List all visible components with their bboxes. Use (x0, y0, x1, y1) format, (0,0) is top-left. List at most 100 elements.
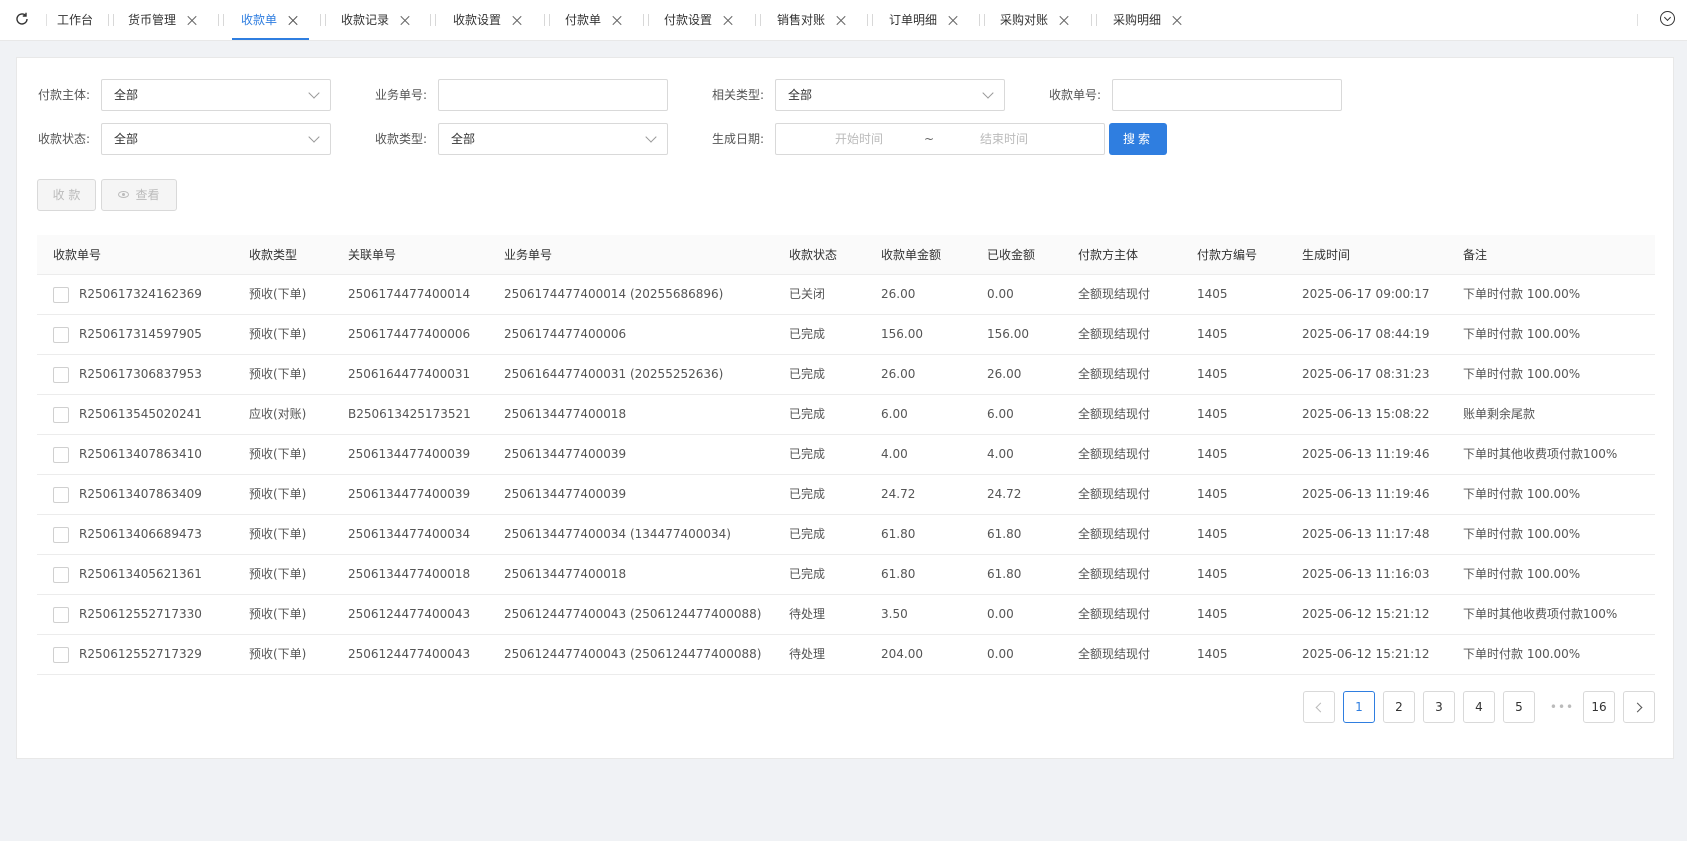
table-row[interactable]: R250617324162369 预收(下单) 2506174477400014 25… (37, 275, 1655, 315)
table-cell: 26.00 (881, 367, 916, 381)
row-checkbox[interactable] (53, 287, 69, 303)
close-icon[interactable] (722, 14, 734, 26)
tab-payments[interactable]: 付款单 (565, 0, 623, 40)
close-icon[interactable] (1171, 14, 1183, 26)
view-button[interactable]: 查看 (101, 179, 177, 211)
table-row[interactable]: R250613407863410 预收(下单) 2506134477400039 25… (37, 435, 1655, 475)
close-icon[interactable] (611, 14, 623, 26)
previous-page-button[interactable] (1303, 691, 1335, 723)
table-row[interactable]: R250617306837953 预收(下单) 2506164477400031 25… (37, 355, 1655, 395)
chevron-down-icon (308, 131, 320, 143)
page-button[interactable]: 5 (1503, 691, 1535, 723)
close-icon[interactable] (287, 14, 299, 26)
tab-divider (430, 14, 436, 26)
row-checkbox[interactable] (53, 407, 69, 423)
date-label: 生成日期: (712, 132, 765, 146)
biz-no-input[interactable] (438, 79, 668, 111)
table-row[interactable]: R250612552717330 预收(下单) 2506124477400043 25… (37, 595, 1655, 635)
row-checkbox[interactable] (53, 367, 69, 383)
table-row[interactable]: R250613405621361 预收(下单) 2506134477400018 25… (37, 555, 1655, 595)
row-checkbox[interactable] (53, 567, 69, 583)
type-select-value: 全部 (451, 132, 476, 146)
table-cell: 2025-06-13 11:17:48 (1302, 527, 1430, 541)
table-cell: 26.00 (987, 367, 1022, 381)
page-ellipsis[interactable]: ••• (1547, 691, 1577, 723)
table-cell: 预收(下单) (249, 567, 307, 581)
tab-payment-settings[interactable]: 付款设置 (664, 0, 734, 40)
row-checkbox[interactable] (53, 447, 69, 463)
table-row[interactable]: R250612552717329 预收(下单) 2506124477400043 25… (37, 635, 1655, 675)
table-cell: 2025-06-17 09:00:17 (1302, 287, 1430, 301)
page-button-last[interactable]: 16 (1583, 691, 1615, 723)
refresh-icon[interactable] (14, 11, 30, 27)
tab-sales-reconciliation[interactable]: 销售对账 (777, 0, 847, 40)
close-icon[interactable] (399, 14, 411, 26)
table-cell: 预收(下单) (249, 447, 307, 461)
table-cell: 2506164477400031 (348, 367, 471, 381)
date-start-input[interactable]: 开始时间 (799, 124, 919, 154)
close-icon[interactable] (511, 14, 523, 26)
table-cell: R250613406689473 (79, 527, 202, 541)
close-icon[interactable] (947, 14, 959, 26)
row-checkbox[interactable] (53, 647, 69, 663)
table-cell: 2506124477400043 (2506124477400088) (504, 607, 762, 621)
table-cell: 0.00 (987, 647, 1014, 661)
column-header: 付款方主体 (1078, 248, 1139, 262)
table-cell: 6.00 (881, 407, 908, 421)
date-range-picker[interactable]: 开始时间 ~ 结束时间 (775, 123, 1105, 155)
table-cell: 待处理 (789, 647, 826, 661)
table-cell: 3.50 (881, 607, 908, 621)
tab-workbench[interactable]: 工作台 (57, 0, 93, 40)
date-end-input[interactable]: 结束时间 (944, 124, 1064, 154)
row-checkbox[interactable] (53, 327, 69, 343)
tab-receipt-settings[interactable]: 收款设置 (453, 0, 523, 40)
tab-purchase-reconciliation[interactable]: 采购对账 (1000, 0, 1070, 40)
tab-order-details[interactable]: 订单明细 (889, 0, 959, 40)
table-cell: 4.00 (987, 447, 1014, 461)
page-button[interactable]: 3 (1423, 691, 1455, 723)
related-type-select-value: 全部 (788, 88, 813, 102)
tab-currency-management[interactable]: 货币管理 (128, 0, 198, 40)
table-row[interactable]: R250613407863409 预收(下单) 2506134477400039 25… (37, 475, 1655, 515)
tab-purchase-details[interactable]: 采购明细 (1113, 0, 1183, 40)
chevron-down-icon[interactable] (1660, 11, 1675, 26)
receipt-no-input[interactable] (1112, 79, 1342, 111)
tab-receipt-records[interactable]: 收款记录 (341, 0, 411, 40)
next-page-button[interactable] (1623, 691, 1655, 723)
row-checkbox[interactable] (53, 527, 69, 543)
table-cell: 已完成 (789, 487, 826, 501)
page-button[interactable]: 4 (1463, 691, 1495, 723)
table-cell: 1405 (1197, 647, 1228, 661)
close-icon[interactable] (186, 14, 198, 26)
table-cell: 下单时付款 100.00% (1463, 287, 1581, 301)
table-cell: 2025-06-13 11:16:03 (1302, 567, 1430, 581)
tab-divider (979, 14, 985, 26)
table-cell: R250617324162369 (79, 287, 202, 301)
close-icon[interactable] (835, 14, 847, 26)
table-cell: 2025-06-13 11:19:46 (1302, 447, 1430, 461)
table-cell: 2506174477400006 (504, 327, 627, 341)
related-type-select[interactable]: 全部 (775, 79, 1005, 111)
close-icon[interactable] (1058, 14, 1070, 26)
table-row[interactable]: R250613545020241 应收(对账) B250613425173521 25… (37, 395, 1655, 435)
table-row[interactable]: R250617314597905 预收(下单) 2506174477400006 25… (37, 315, 1655, 355)
collect-button[interactable]: 收 款 (37, 179, 96, 211)
page-button[interactable]: 2 (1383, 691, 1415, 723)
row-checkbox[interactable] (53, 607, 69, 623)
table-row[interactable]: R250613406689473 预收(下单) 2506134477400034 25… (37, 515, 1655, 555)
table-cell: 下单时其他收费项付款100% (1463, 447, 1618, 461)
table-cell: 2025-06-13 15:08:22 (1302, 407, 1430, 421)
type-select[interactable]: 全部 (438, 123, 668, 155)
table-cell: 2025-06-13 11:19:46 (1302, 487, 1430, 501)
tab-receipts[interactable]: 收款单 (231, 0, 310, 40)
tab-divider (643, 14, 649, 26)
status-select[interactable]: 全部 (101, 123, 331, 155)
table-cell: 24.72 (881, 487, 916, 501)
page-button[interactable]: 1 (1343, 691, 1375, 723)
tab-divider (320, 14, 326, 26)
row-checkbox[interactable] (53, 487, 69, 503)
search-button[interactable]: 搜索 (1109, 123, 1167, 155)
tab-label: 收款单 (241, 13, 278, 27)
tab-label: 采购对账 (1000, 13, 1049, 27)
payer-select[interactable]: 全部 (101, 79, 331, 111)
